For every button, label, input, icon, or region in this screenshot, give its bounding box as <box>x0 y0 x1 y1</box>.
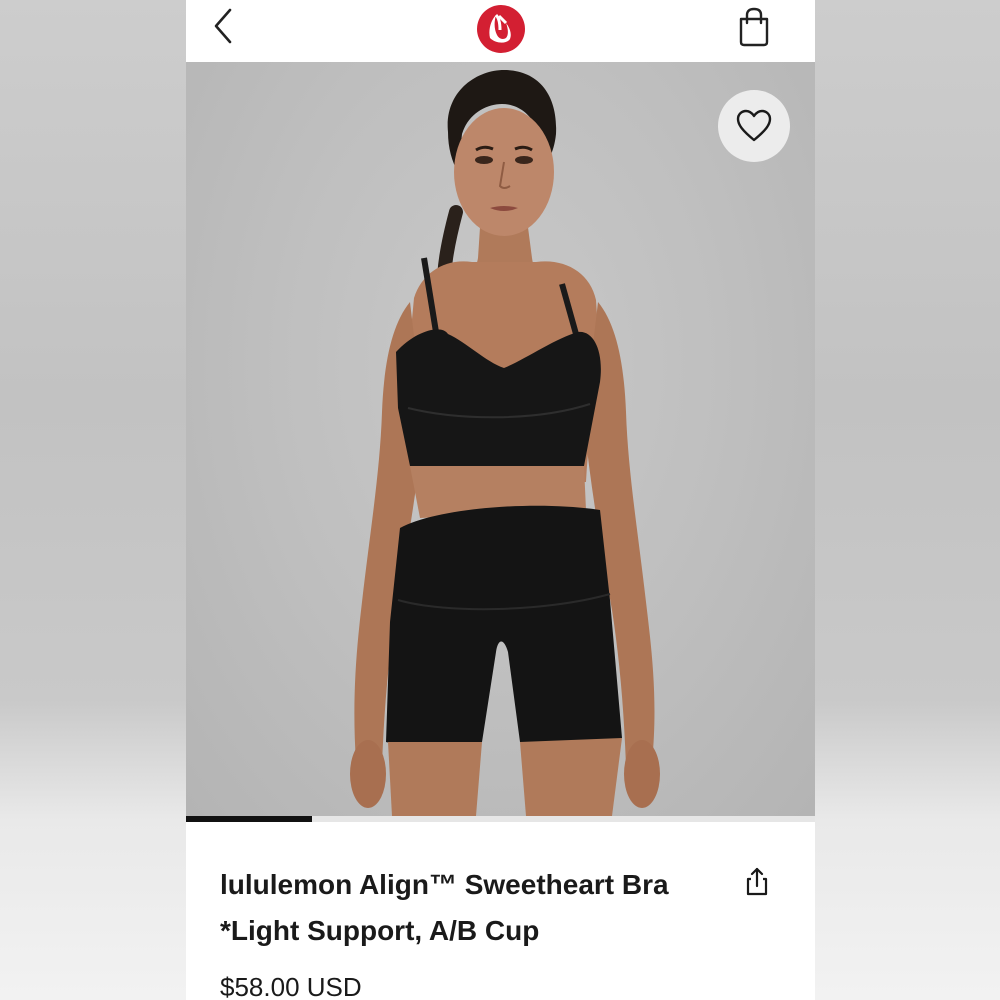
background-blur-right <box>815 0 1000 1000</box>
chevron-left-icon <box>214 8 232 44</box>
carousel-progress-track <box>186 816 815 822</box>
product-image-carousel[interactable] <box>186 62 815 816</box>
share-icon <box>746 867 768 896</box>
lululemon-logo[interactable] <box>476 4 526 54</box>
heart-outline-icon <box>736 109 772 142</box>
product-price: $58.00 USD <box>220 972 362 1000</box>
product-title-line-2: *Light Support, A/B Cup <box>220 915 540 946</box>
favorite-button[interactable] <box>718 90 790 162</box>
shopping-bag-button[interactable] <box>734 6 774 48</box>
product-title: lululemon Align™ Sweetheart Bra *Light S… <box>220 862 720 954</box>
shopping-bag-icon <box>739 7 769 47</box>
background-blur-left <box>0 0 186 1000</box>
carousel-progress-indicator <box>186 816 312 822</box>
logo-mark <box>477 5 525 53</box>
product-page: lululemon Align™ Sweetheart Bra *Light S… <box>186 0 815 1000</box>
back-button[interactable] <box>208 6 244 46</box>
product-title-line-1: lululemon Align™ Sweetheart Bra <box>220 869 669 900</box>
share-button[interactable] <box>742 866 772 898</box>
product-photo <box>350 70 660 816</box>
app-header <box>186 0 815 62</box>
